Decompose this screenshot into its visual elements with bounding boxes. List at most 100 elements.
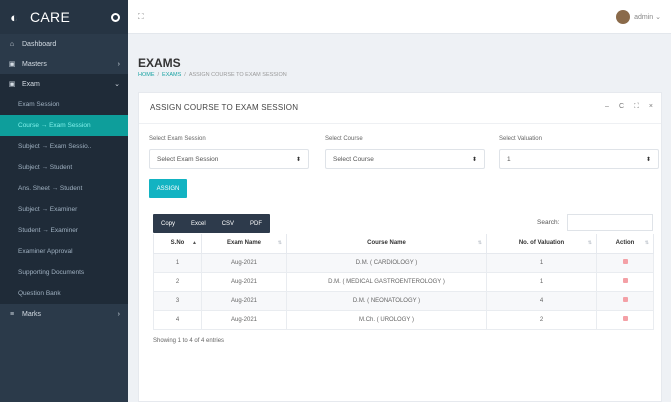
breadcrumb-exams[interactable]: EXAMS — [162, 72, 181, 78]
cell-valuation: 1 — [486, 271, 597, 292]
col-action[interactable]: Action ⇅ — [596, 234, 654, 254]
search-input[interactable] — [567, 214, 653, 231]
sidebar-item-dashboard[interactable]: ⌂ Dashboard — [0, 34, 128, 54]
col-valuation[interactable]: No. of Valuation ⇅ — [486, 234, 597, 254]
card-tools: – C ⛶ × — [605, 103, 653, 111]
fullscreen-icon[interactable]: ⛶ — [138, 12, 148, 22]
cell-sno: 1 — [153, 252, 202, 273]
select-value: 1 — [507, 155, 511, 163]
col-course-name[interactable]: Course Name ⇅ — [286, 234, 487, 254]
submenu-ans-sheet-student[interactable]: Ans. Sheet → Student — [0, 178, 128, 199]
delete-icon[interactable] — [622, 278, 628, 283]
cell-sno: 2 — [153, 271, 202, 292]
home-icon: ⌂ — [9, 40, 15, 48]
session-label: Select Exam Session — [149, 136, 206, 142]
table-row: 1 Aug-2021 D.M. ( CARDIOLOGY ) 1 — [153, 252, 654, 273]
cell-action — [596, 290, 654, 311]
table-info: Showing 1 to 4 of 4 entries — [153, 338, 225, 344]
table-row: 3 Aug-2021 D.M. ( NEONATOLOGY ) 4 — [153, 290, 654, 311]
header-label: No. of Valuation — [518, 240, 565, 247]
pdf-button[interactable]: PDF — [242, 214, 270, 233]
cell-exam-name: Aug-2021 — [201, 290, 287, 311]
cell-action — [596, 271, 654, 292]
breadcrumb-current: ASSIGN COURSE TO EXAM SESSION — [188, 72, 287, 78]
chevron-right-icon: › — [117, 60, 120, 68]
exam-submenu: Exam Session Course → Exam Session Subje… — [0, 94, 128, 304]
course-select[interactable]: Select Course ⬍ — [325, 149, 485, 169]
submenu-question-bank[interactable]: Question Bank — [0, 283, 128, 304]
sidebar-item-label: Marks — [22, 310, 42, 318]
breadcrumb: HOME / EXAMS / ASSIGN COURSE TO EXAM SES… — [138, 72, 287, 78]
brand: ◐ CARE — [0, 0, 128, 34]
select-arrow-icon: ⬍ — [645, 156, 651, 163]
breadcrumb-separator: / — [184, 72, 186, 78]
col-sno[interactable]: S.No ▲ — [153, 234, 202, 254]
submenu-subject-examiner[interactable]: Subject → Examiner — [0, 199, 128, 220]
sidebar-item-masters[interactable]: ▣ Masters › — [0, 54, 128, 74]
cell-course-name: D.M. ( MEDICAL GASTROENTEROLOGY ) — [286, 271, 487, 292]
user-name: admin — [634, 13, 654, 21]
topbar: ⛶ admin ⌄ — [128, 0, 671, 34]
sort-icon: ⇅ — [587, 240, 592, 247]
delete-icon[interactable] — [622, 316, 628, 321]
card-title: ASSIGN COURSE TO EXAM SESSION — [150, 103, 299, 112]
table-row: 2 Aug-2021 D.M. ( MEDICAL GASTROENTEROLO… — [153, 271, 654, 292]
submenu-examiner-approval[interactable]: Examiner Approval — [0, 241, 128, 262]
expand-icon[interactable]: ⛶ — [634, 103, 639, 111]
refresh-icon[interactable]: C — [619, 103, 624, 111]
care-logo-icon: ◐ — [10, 9, 18, 25]
search-label: Search: — [537, 219, 560, 226]
cell-valuation: 2 — [486, 309, 597, 330]
cell-course-name: D.M. ( CARDIOLOGY ) — [286, 252, 487, 273]
valuation-select[interactable]: 1 ⬍ — [499, 149, 659, 169]
avatar[interactable] — [616, 9, 631, 24]
cell-action — [596, 309, 654, 330]
minimize-icon[interactable]: – — [605, 103, 609, 111]
sort-asc-icon: ▲ — [192, 240, 197, 247]
select-value: Select Course — [333, 155, 374, 163]
col-exam-name[interactable]: Exam Name ⇅ — [201, 234, 287, 254]
excel-button[interactable]: Excel — [183, 214, 214, 233]
folder-icon: ▣ — [8, 81, 16, 88]
submenu-subject-student[interactable]: Subject → Student — [0, 157, 128, 178]
cell-exam-name: Aug-2021 — [201, 271, 287, 292]
sidebar-item-label: Masters — [22, 60, 47, 68]
csv-button[interactable]: CSV — [214, 214, 242, 233]
select-arrow-icon: ⬍ — [471, 156, 477, 163]
exam-session-select[interactable]: Select Exam Session ⬍ — [149, 149, 309, 169]
submenu-supporting-documents[interactable]: Supporting Documents — [0, 262, 128, 283]
delete-icon[interactable] — [622, 259, 628, 264]
sidebar-item-exam[interactable]: ▣ Exam ⌄ — [0, 74, 128, 94]
cell-valuation: 4 — [486, 290, 597, 311]
cell-course-name: M.Ch. ( UROLOGY ) — [286, 309, 487, 330]
header-label: Exam Name — [226, 240, 262, 247]
chevron-down-icon: ⌄ — [655, 13, 661, 21]
header-label: S.No — [170, 240, 185, 247]
submenu-exam-session[interactable]: Exam Session — [0, 94, 128, 115]
folder-icon: ▣ — [8, 61, 16, 68]
app-name: CARE — [30, 9, 71, 25]
assign-button[interactable]: ASSIGN — [149, 179, 187, 198]
valuation-label: Select Valuation — [499, 136, 542, 142]
close-icon[interactable]: × — [649, 103, 653, 111]
cell-exam-name: Aug-2021 — [201, 309, 287, 330]
user-menu[interactable]: admin ⌄ — [634, 13, 661, 21]
page-title: EXAMS — [138, 56, 181, 70]
breadcrumb-home[interactable]: HOME — [138, 72, 155, 78]
sidebar: ◐ CARE ⌂ Dashboard ▣ Masters › ▣ Exam ⌄ … — [0, 0, 128, 402]
export-buttons: Copy Excel CSV PDF — [153, 214, 271, 233]
header-label: Course Name — [367, 240, 406, 247]
sidebar-toggle-icon[interactable] — [111, 12, 120, 22]
cell-valuation: 1 — [486, 252, 597, 273]
divider — [139, 123, 661, 124]
submenu-subject-exam-session[interactable]: Subject → Exam Sessio.. — [0, 136, 128, 157]
sidebar-item-label: Dashboard — [22, 40, 57, 48]
sidebar-item-marks[interactable]: ≡ Marks › — [0, 304, 128, 324]
data-table: S.No ▲ Exam Name ⇅ Course Name ⇅ No. of Val… — [153, 234, 654, 330]
table-row: 4 Aug-2021 M.Ch. ( UROLOGY ) 2 — [153, 309, 654, 330]
submenu-course-exam-session[interactable]: Course → Exam Session — [0, 115, 128, 136]
copy-button[interactable]: Copy — [153, 214, 183, 233]
assign-card: ASSIGN COURSE TO EXAM SESSION – C ⛶ × Se… — [138, 92, 662, 402]
delete-icon[interactable] — [622, 297, 628, 302]
submenu-student-examiner[interactable]: Student → Examiner — [0, 220, 128, 241]
